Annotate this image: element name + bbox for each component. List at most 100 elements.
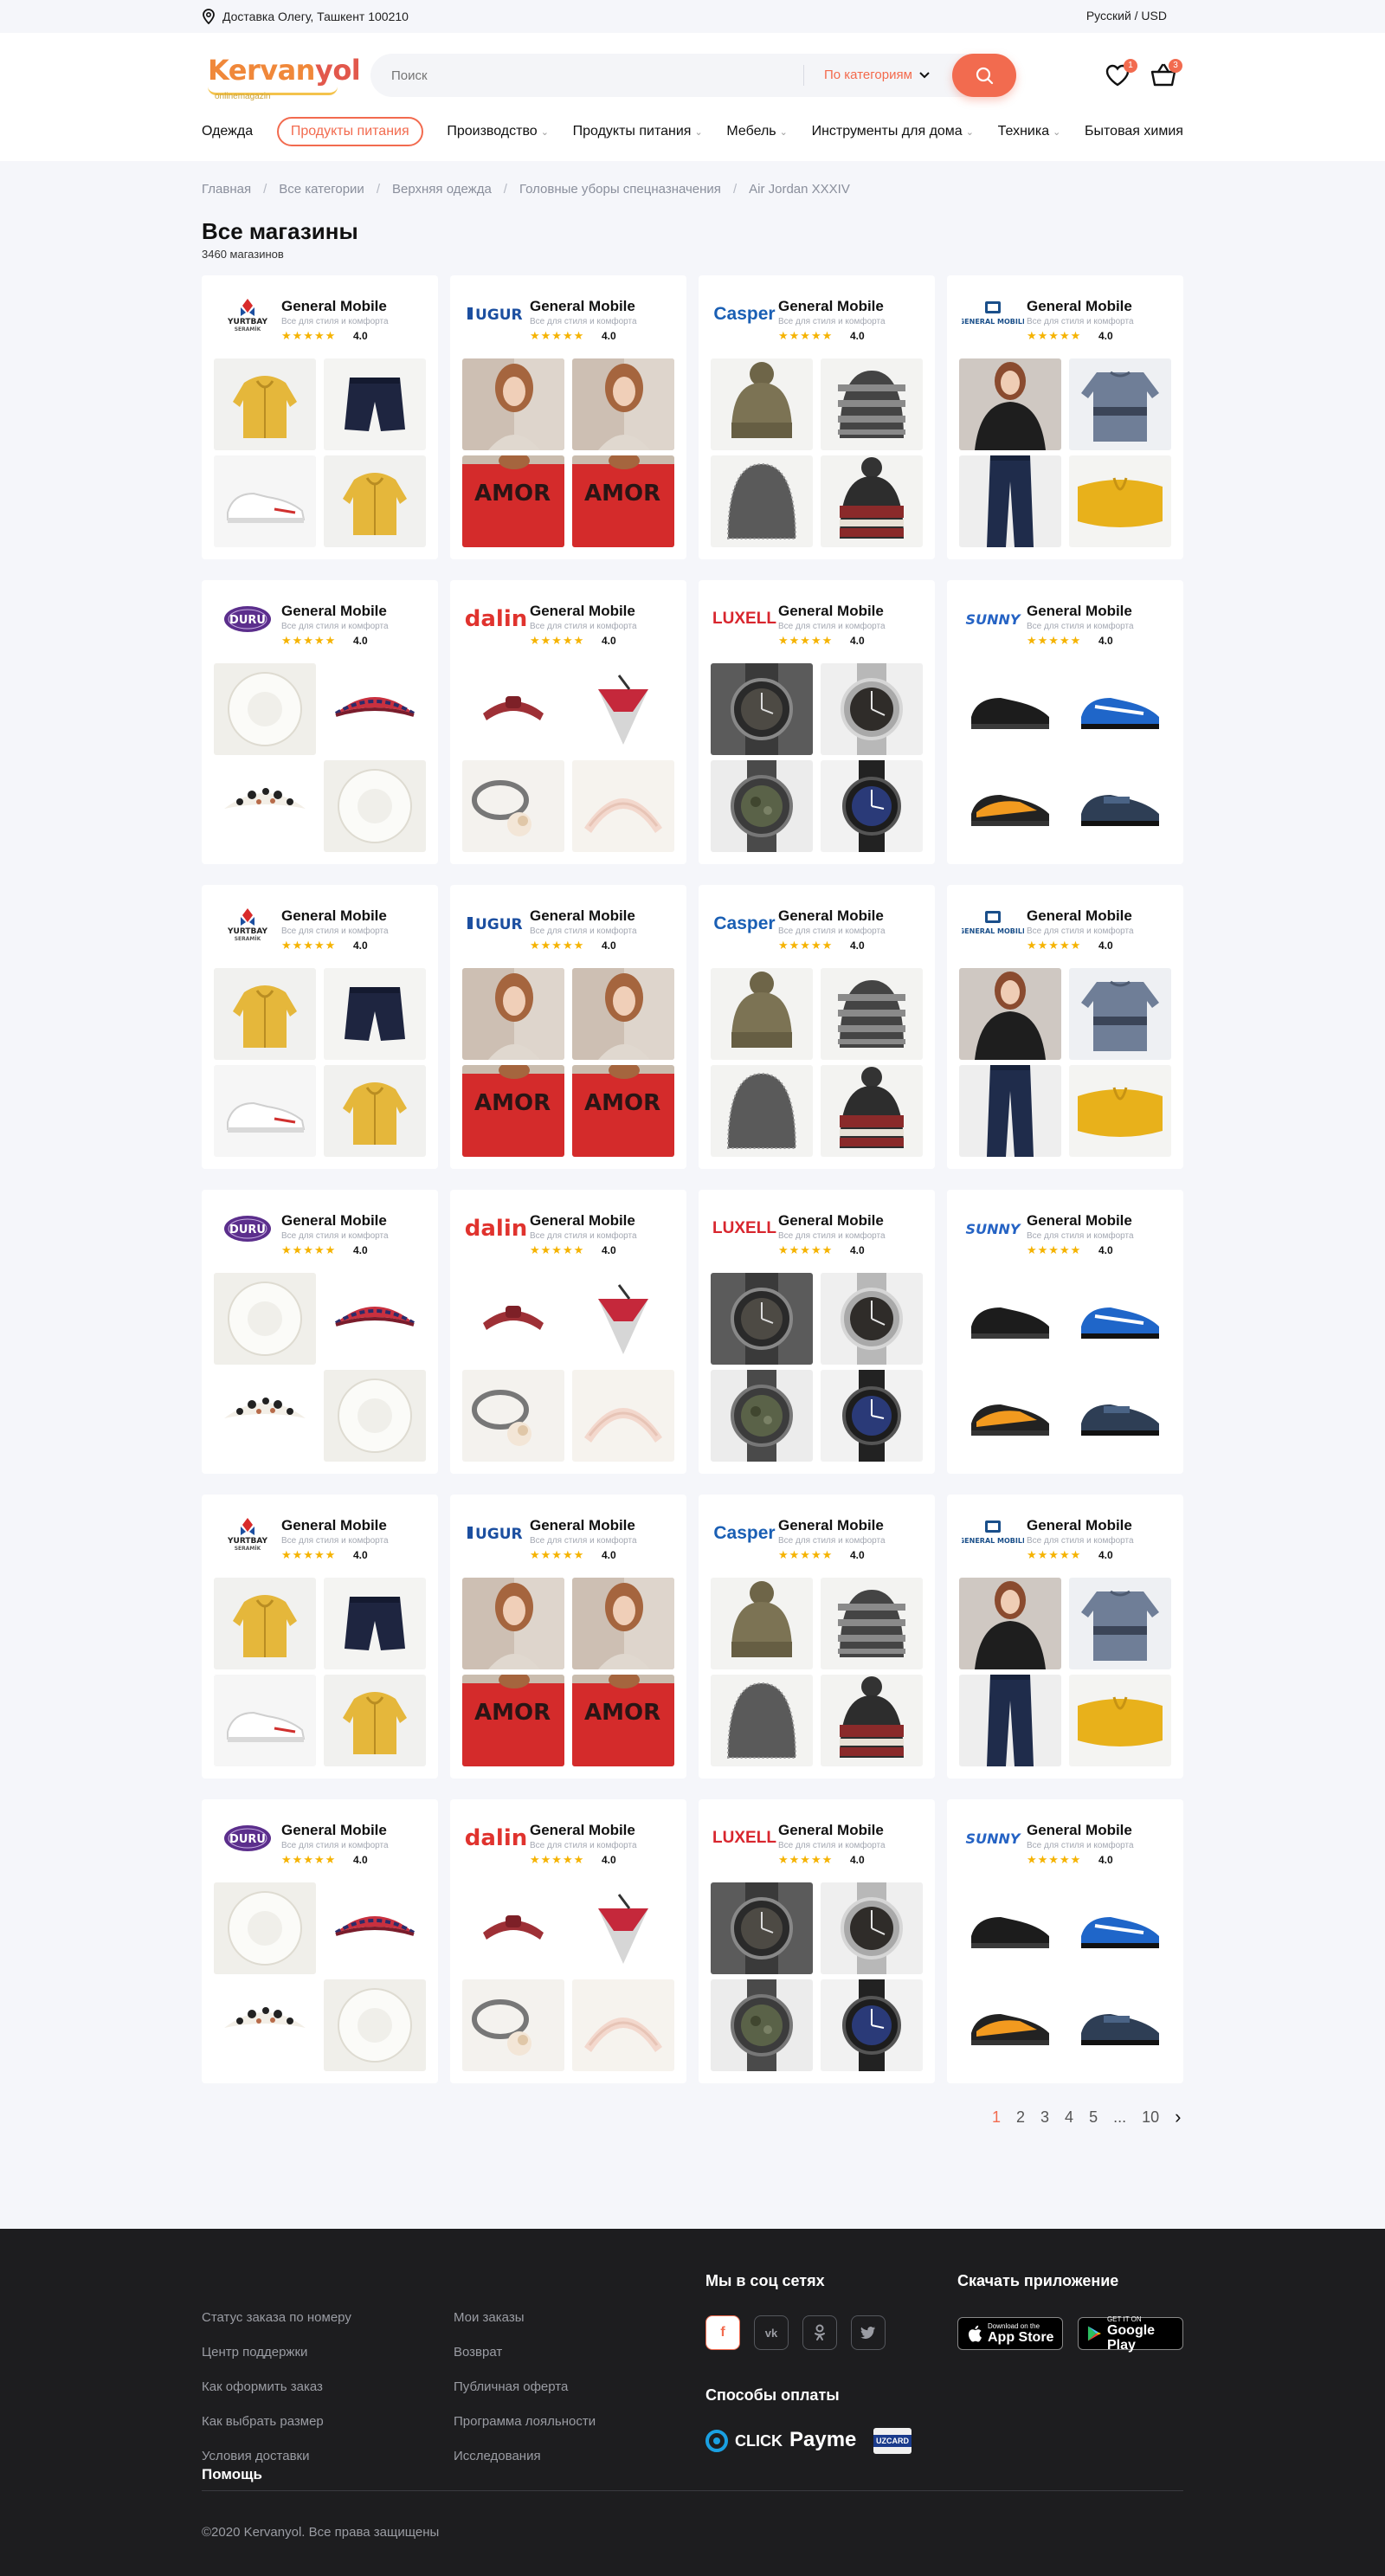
product-thumbnail-navy-shorts[interactable] [324, 358, 426, 450]
product-thumbnail-striped-beanie[interactable] [821, 1578, 923, 1669]
pagination-page[interactable]: 4 [1065, 2108, 1073, 2127]
product-thumbnail-shoe-orange[interactable] [959, 1370, 1061, 1462]
store-name[interactable]: General Mobile [1027, 1822, 1132, 1839]
footer-link[interactable]: Мои заказы [454, 2310, 525, 2325]
product-thumbnail-red-sweater[interactable]: AMOR [572, 455, 674, 547]
product-thumbnail-watch-dark[interactable] [711, 663, 813, 755]
product-thumbnail-white-scrunchie[interactable] [324, 1370, 426, 1462]
pagination-page[interactable]: 5 [1089, 2108, 1098, 2127]
footer-link[interactable]: Как выбрать размер [202, 2414, 324, 2429]
product-thumbnail-jeans[interactable] [959, 455, 1061, 547]
product-thumbnail-jeans[interactable] [959, 1065, 1061, 1157]
product-thumbnail-red-sweater[interactable]: AMOR [572, 1065, 674, 1157]
nav-item-1[interactable]: Продукты питания [276, 117, 423, 146]
product-thumbnail-shoe-navy[interactable] [1069, 1979, 1171, 2071]
footer-link[interactable]: Статус заказа по номеру [202, 2310, 351, 2325]
footer-link[interactable]: Возврат [454, 2345, 502, 2360]
store-name[interactable]: General Mobile [778, 1212, 884, 1230]
store-name[interactable]: General Mobile [778, 1822, 884, 1839]
product-thumbnail-shoe-black[interactable] [959, 1273, 1061, 1365]
product-thumbnail-woman-black[interactable] [959, 1578, 1061, 1669]
product-thumbnail-shoe-black[interactable] [959, 663, 1061, 755]
product-thumbnail-white-scrunchie[interactable] [214, 1882, 316, 1974]
store-name[interactable]: General Mobile [1027, 1212, 1132, 1230]
cart-button[interactable]: 3 [1150, 59, 1182, 92]
product-thumbnail-yellow-hoodie[interactable] [324, 455, 426, 547]
product-thumbnail-olive-beanie[interactable] [711, 358, 813, 450]
store-card[interactable]: GENERAL MOBILEGENERAL MOBILEGeneral Mobi… [947, 275, 1183, 559]
product-thumbnail-woman-black[interactable] [959, 358, 1061, 450]
appstore-button[interactable]: Download on the App Store [957, 2317, 1063, 2350]
product-thumbnail-red-headband[interactable] [462, 663, 564, 755]
twitter-button[interactable] [851, 2315, 886, 2350]
footer-link[interactable]: Исследования [454, 2449, 541, 2463]
product-thumbnail-grey-hairtie[interactable] [462, 1979, 564, 2071]
product-thumbnail-white-scrunchie[interactable] [324, 760, 426, 852]
product-thumbnail-model-top[interactable] [572, 358, 674, 450]
pagination-page[interactable]: 10 [1142, 2108, 1159, 2127]
product-thumbnail-watch-dark[interactable] [711, 1273, 813, 1365]
store-name[interactable]: General Mobile [530, 298, 635, 315]
store-card[interactable]: GENERAL MOBILEGENERAL MOBILEGeneral Mobi… [947, 1495, 1183, 1779]
nav-item-3[interactable]: Продукты питания ⌄ [573, 124, 703, 139]
footer-link[interactable]: Программа лояльности [454, 2414, 596, 2429]
breadcrumb-item[interactable]: Головные уборы спецназначения [519, 182, 721, 197]
store-card[interactable]: DURUDURUGeneral MobileВсе для стиля и ко… [202, 1799, 438, 2083]
product-thumbnail-red-sweater[interactable]: AMOR [462, 1675, 564, 1766]
pagination-page[interactable]: 1 [992, 2108, 1001, 2127]
product-thumbnail-grey-beanie[interactable] [711, 1675, 813, 1766]
store-card[interactable]: SUNNYSUNNY General MobileВсе для стиля и … [947, 1190, 1183, 1474]
product-thumbnail-sweater-grey[interactable] [1069, 968, 1171, 1060]
breadcrumb-item[interactable]: Верхняя одежда [392, 182, 492, 197]
store-card[interactable]: DURUDURUGeneral MobileВсе для стиля и ко… [202, 1190, 438, 1474]
store-card[interactable]: LUXELLLUXELLGeneral MobileВсе для стиля … [699, 1190, 935, 1474]
product-thumbnail-model-top[interactable] [462, 968, 564, 1060]
product-thumbnail-white-scrunchie[interactable] [214, 1273, 316, 1365]
product-thumbnail-shoe-black[interactable] [959, 1882, 1061, 1974]
product-thumbnail-red-headband[interactable] [462, 1882, 564, 1974]
breadcrumb-item[interactable]: Все категории [279, 182, 364, 197]
product-thumbnail-shoe-orange[interactable] [959, 1979, 1061, 2071]
product-thumbnail-plaid-headband[interactable] [324, 663, 426, 755]
product-thumbnail-yellow-hoodie[interactable] [214, 1578, 316, 1669]
product-thumbnail-print-band[interactable] [214, 1979, 316, 2071]
product-thumbnail-striped-beanie[interactable] [821, 968, 923, 1060]
store-card[interactable]: UGURUGURGeneral Mobile Все для стиля и ко… [450, 1495, 686, 1779]
product-thumbnail-yellow-band[interactable] [1069, 455, 1171, 547]
product-thumbnail-watch-blue[interactable] [821, 1979, 923, 2071]
store-card[interactable]: DURUDURUGeneral MobileВсе для стиля и ко… [202, 580, 438, 864]
product-thumbnail-shoe-blue[interactable] [1069, 663, 1171, 755]
store-name[interactable]: General Mobile [778, 603, 884, 620]
product-thumbnail-yellow-band[interactable] [1069, 1675, 1171, 1766]
product-thumbnail-jeans[interactable] [959, 1675, 1061, 1766]
product-thumbnail-watch-dark[interactable] [711, 1882, 813, 1974]
breadcrumb-item[interactable]: Air Jordan XXXIV [749, 182, 850, 197]
search-input[interactable] [391, 54, 807, 97]
product-thumbnail-red-sweater[interactable]: AMOR [462, 455, 564, 547]
product-thumbnail-shoe-navy[interactable] [1069, 760, 1171, 852]
search-button[interactable] [952, 54, 1016, 97]
store-card[interactable]: dalindalinGeneral Mobile Все для стиля и … [450, 1799, 686, 2083]
product-thumbnail-grey-beanie[interactable] [711, 455, 813, 547]
pagination-page[interactable]: 3 [1040, 2108, 1049, 2127]
store-name[interactable]: General Mobile [281, 907, 387, 925]
product-thumbnail-yellow-hoodie[interactable] [324, 1065, 426, 1157]
product-thumbnail-striped-beanie[interactable] [821, 358, 923, 450]
product-thumbnail-pattern-beanie[interactable] [821, 455, 923, 547]
product-thumbnail-navy-shorts[interactable] [324, 968, 426, 1060]
product-thumbnail-model-top[interactable] [462, 358, 564, 450]
store-name[interactable]: General Mobile [778, 1517, 884, 1534]
product-thumbnail-watch-camo[interactable] [711, 760, 813, 852]
store-name[interactable]: General Mobile [530, 1517, 635, 1534]
product-thumbnail-white-scrunchie[interactable] [324, 1979, 426, 2071]
store-name[interactable]: General Mobile [281, 1212, 387, 1230]
product-thumbnail-shoe-orange[interactable] [959, 760, 1061, 852]
store-card[interactable]: dalindalinGeneral Mobile Все для стиля и … [450, 580, 686, 864]
product-thumbnail-shoe-navy[interactable] [1069, 1370, 1171, 1462]
product-thumbnail-plaid-headband[interactable] [324, 1273, 426, 1365]
product-thumbnail-navy-shorts[interactable] [324, 1578, 426, 1669]
product-thumbnail-yellow-band[interactable] [1069, 1065, 1171, 1157]
footer-link[interactable]: Условия доставки [202, 2449, 309, 2463]
store-name[interactable]: General Mobile [1027, 1517, 1132, 1534]
store-card[interactable]: LUXELLLUXELLGeneral MobileВсе для стиля … [699, 1799, 935, 2083]
